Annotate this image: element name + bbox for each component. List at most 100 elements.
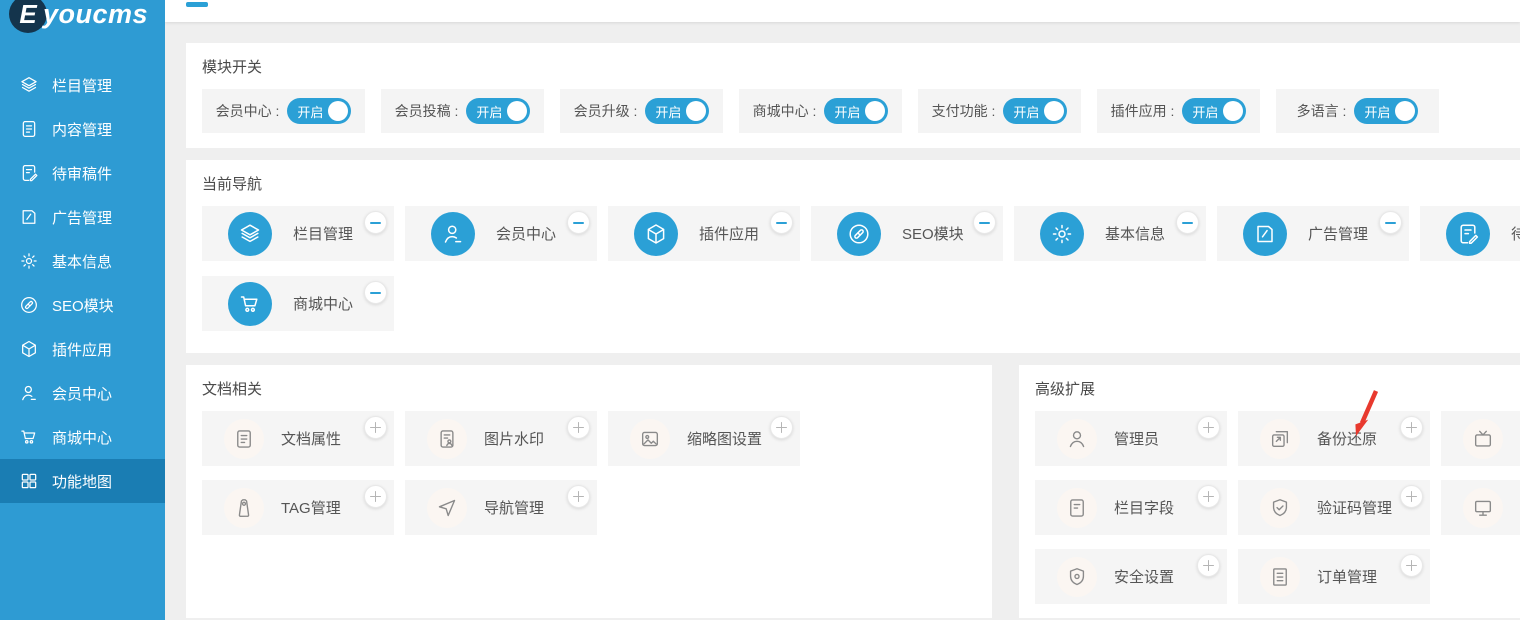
add-card-button[interactable] bbox=[770, 416, 793, 439]
nav-card-row: 商城中心 bbox=[186, 276, 1520, 331]
adv-card-label: 栏目字段 bbox=[1114, 497, 1174, 518]
panel-module-switch: 模块开关 会员中心 : 开启 会员投稿 : 开启 会员升级 : 开启 商城中心 … bbox=[186, 43, 1520, 148]
plugin-cube-icon bbox=[634, 212, 678, 256]
sidebar-item-label: 栏目管理 bbox=[52, 75, 112, 96]
sidebar-item-seo[interactable]: SEO模块 bbox=[0, 283, 165, 327]
sidebar-item-columns[interactable]: 栏目管理 bbox=[0, 63, 165, 107]
adv-card-backup-restore[interactable]: 备份还原 bbox=[1238, 411, 1430, 466]
remove-card-button[interactable] bbox=[973, 211, 996, 234]
add-card-button[interactable] bbox=[364, 485, 387, 508]
nav-card-ads[interactable]: 广告管理 bbox=[1217, 206, 1409, 261]
adv-card-security[interactable]: 安全设置 bbox=[1035, 549, 1227, 604]
toggle-switch[interactable]: 开启 bbox=[645, 98, 709, 124]
toggle-label: 插件应用 bbox=[1111, 101, 1167, 121]
sidebar: E youcms 栏目管理 内容管理 待审稿件 广告管理 基本信息 SEO模块 bbox=[0, 0, 165, 620]
nav-card-columns[interactable]: 栏目管理 bbox=[202, 206, 394, 261]
toggle-switch[interactable]: 开启 bbox=[466, 98, 530, 124]
nav-card-label: SEO模块 bbox=[902, 223, 964, 244]
toggle-state-label: 开启 bbox=[476, 102, 502, 121]
sidebar-item-label: 内容管理 bbox=[52, 119, 112, 140]
remove-card-button[interactable] bbox=[770, 211, 793, 234]
sidebar-item-pending-review[interactable]: 待审稿件 bbox=[0, 151, 165, 195]
nav-card-label: 插件应用 bbox=[699, 223, 759, 244]
remove-card-button[interactable] bbox=[364, 281, 387, 304]
module-toggle-members: 会员中心 : 开启 bbox=[202, 89, 365, 133]
adv-card-captcha[interactable]: 验证码管理 bbox=[1238, 480, 1430, 535]
remove-card-button[interactable] bbox=[567, 211, 590, 234]
sidebar-item-plugins[interactable]: 插件应用 bbox=[0, 327, 165, 371]
add-card-button[interactable] bbox=[567, 416, 590, 439]
adv-card-label: 安全设置 bbox=[1114, 566, 1174, 587]
menu-toggle-icon[interactable] bbox=[186, 2, 208, 7]
toggle-separator: : bbox=[1167, 103, 1179, 119]
minus-icon bbox=[370, 222, 381, 224]
remove-card-button[interactable] bbox=[1176, 211, 1199, 234]
toggle-label: 多语言 bbox=[1297, 101, 1339, 121]
remove-card-button[interactable] bbox=[364, 211, 387, 234]
toggle-switch[interactable]: 开启 bbox=[824, 98, 888, 124]
nav-card-members[interactable]: 会员中心 bbox=[405, 206, 597, 261]
doc-card-label: TAG管理 bbox=[281, 497, 341, 518]
add-card-button[interactable] bbox=[1400, 485, 1423, 508]
toggle-switch[interactable]: 开启 bbox=[1003, 98, 1067, 124]
sidebar-item-basic-info[interactable]: 基本信息 bbox=[0, 239, 165, 283]
toggle-switch[interactable]: 开启 bbox=[287, 98, 351, 124]
topbar bbox=[165, 0, 1520, 22]
adv-card-monitor[interactable] bbox=[1441, 480, 1520, 535]
nav-card-label: 基本信息 bbox=[1105, 223, 1165, 244]
adv-card-column-fields[interactable]: 栏目字段 bbox=[1035, 480, 1227, 535]
nav-card-plugins[interactable]: 插件应用 bbox=[608, 206, 800, 261]
add-card-button[interactable] bbox=[1197, 485, 1220, 508]
layers-icon bbox=[19, 75, 39, 95]
toggle-label: 会员升级 bbox=[574, 101, 630, 121]
layers-icon bbox=[228, 212, 272, 256]
plus-icon bbox=[1406, 491, 1417, 502]
review-doc-icon bbox=[1446, 212, 1490, 256]
panel-advanced-extensions: 高级扩展 管理员 备份还原 bbox=[1019, 365, 1520, 618]
gear-icon bbox=[1040, 212, 1084, 256]
security-shield-icon bbox=[1057, 557, 1097, 597]
watermark-icon bbox=[427, 419, 467, 459]
nav-card-pending-review[interactable]: 待审稿件 bbox=[1420, 206, 1520, 261]
sidebar-item-content[interactable]: 内容管理 bbox=[0, 107, 165, 151]
ad-icon bbox=[19, 207, 39, 227]
minus-icon bbox=[573, 222, 584, 224]
nav-card-label: 会员中心 bbox=[496, 223, 556, 244]
add-card-button[interactable] bbox=[364, 416, 387, 439]
remove-card-button[interactable] bbox=[1379, 211, 1402, 234]
sidebar-item-members[interactable]: 会员中心 bbox=[0, 371, 165, 415]
minus-icon bbox=[1385, 222, 1396, 224]
sidebar-item-label: 功能地图 bbox=[52, 471, 112, 492]
toggle-switch[interactable]: 开启 bbox=[1354, 98, 1418, 124]
minus-icon bbox=[776, 222, 787, 224]
gear-icon bbox=[19, 251, 39, 271]
doc-card-tag[interactable]: TAG管理 bbox=[202, 480, 394, 535]
adv-card-tv[interactable] bbox=[1441, 411, 1520, 466]
adv-card-admin[interactable]: 管理员 bbox=[1035, 411, 1227, 466]
nav-card-basic-info[interactable]: 基本信息 bbox=[1014, 206, 1206, 261]
sidebar-item-ads[interactable]: 广告管理 bbox=[0, 195, 165, 239]
plus-icon bbox=[573, 422, 584, 433]
add-card-button[interactable] bbox=[567, 485, 590, 508]
toggle-label: 会员投稿 bbox=[395, 101, 451, 121]
nav-card-mall[interactable]: 商城中心 bbox=[202, 276, 394, 331]
sidebar-item-label: SEO模块 bbox=[52, 295, 114, 316]
sidebar-item-mall[interactable]: 商城中心 bbox=[0, 415, 165, 459]
toggle-separator: : bbox=[809, 103, 821, 119]
add-card-button[interactable] bbox=[1197, 554, 1220, 577]
doc-card-watermark[interactable]: 图片水印 bbox=[405, 411, 597, 466]
toggle-state-label: 开启 bbox=[297, 102, 323, 121]
toggle-switch[interactable]: 开启 bbox=[1182, 98, 1246, 124]
nav-card-label: 栏目管理 bbox=[293, 223, 353, 244]
add-card-button[interactable] bbox=[1400, 416, 1423, 439]
sidebar-item-function-map[interactable]: 功能地图 bbox=[0, 459, 165, 503]
adv-card-orders[interactable]: 订单管理 bbox=[1238, 549, 1430, 604]
add-card-button[interactable] bbox=[1197, 416, 1220, 439]
doc-card-navigation[interactable]: 导航管理 bbox=[405, 480, 597, 535]
captcha-shield-icon bbox=[1260, 488, 1300, 528]
doc-card-thumbnail[interactable]: 缩略图设置 bbox=[608, 411, 800, 466]
add-card-button[interactable] bbox=[1400, 554, 1423, 577]
nav-card-seo[interactable]: SEO模块 bbox=[811, 206, 1003, 261]
thumbnail-icon bbox=[630, 419, 670, 459]
doc-card-attributes[interactable]: 文档属性 bbox=[202, 411, 394, 466]
